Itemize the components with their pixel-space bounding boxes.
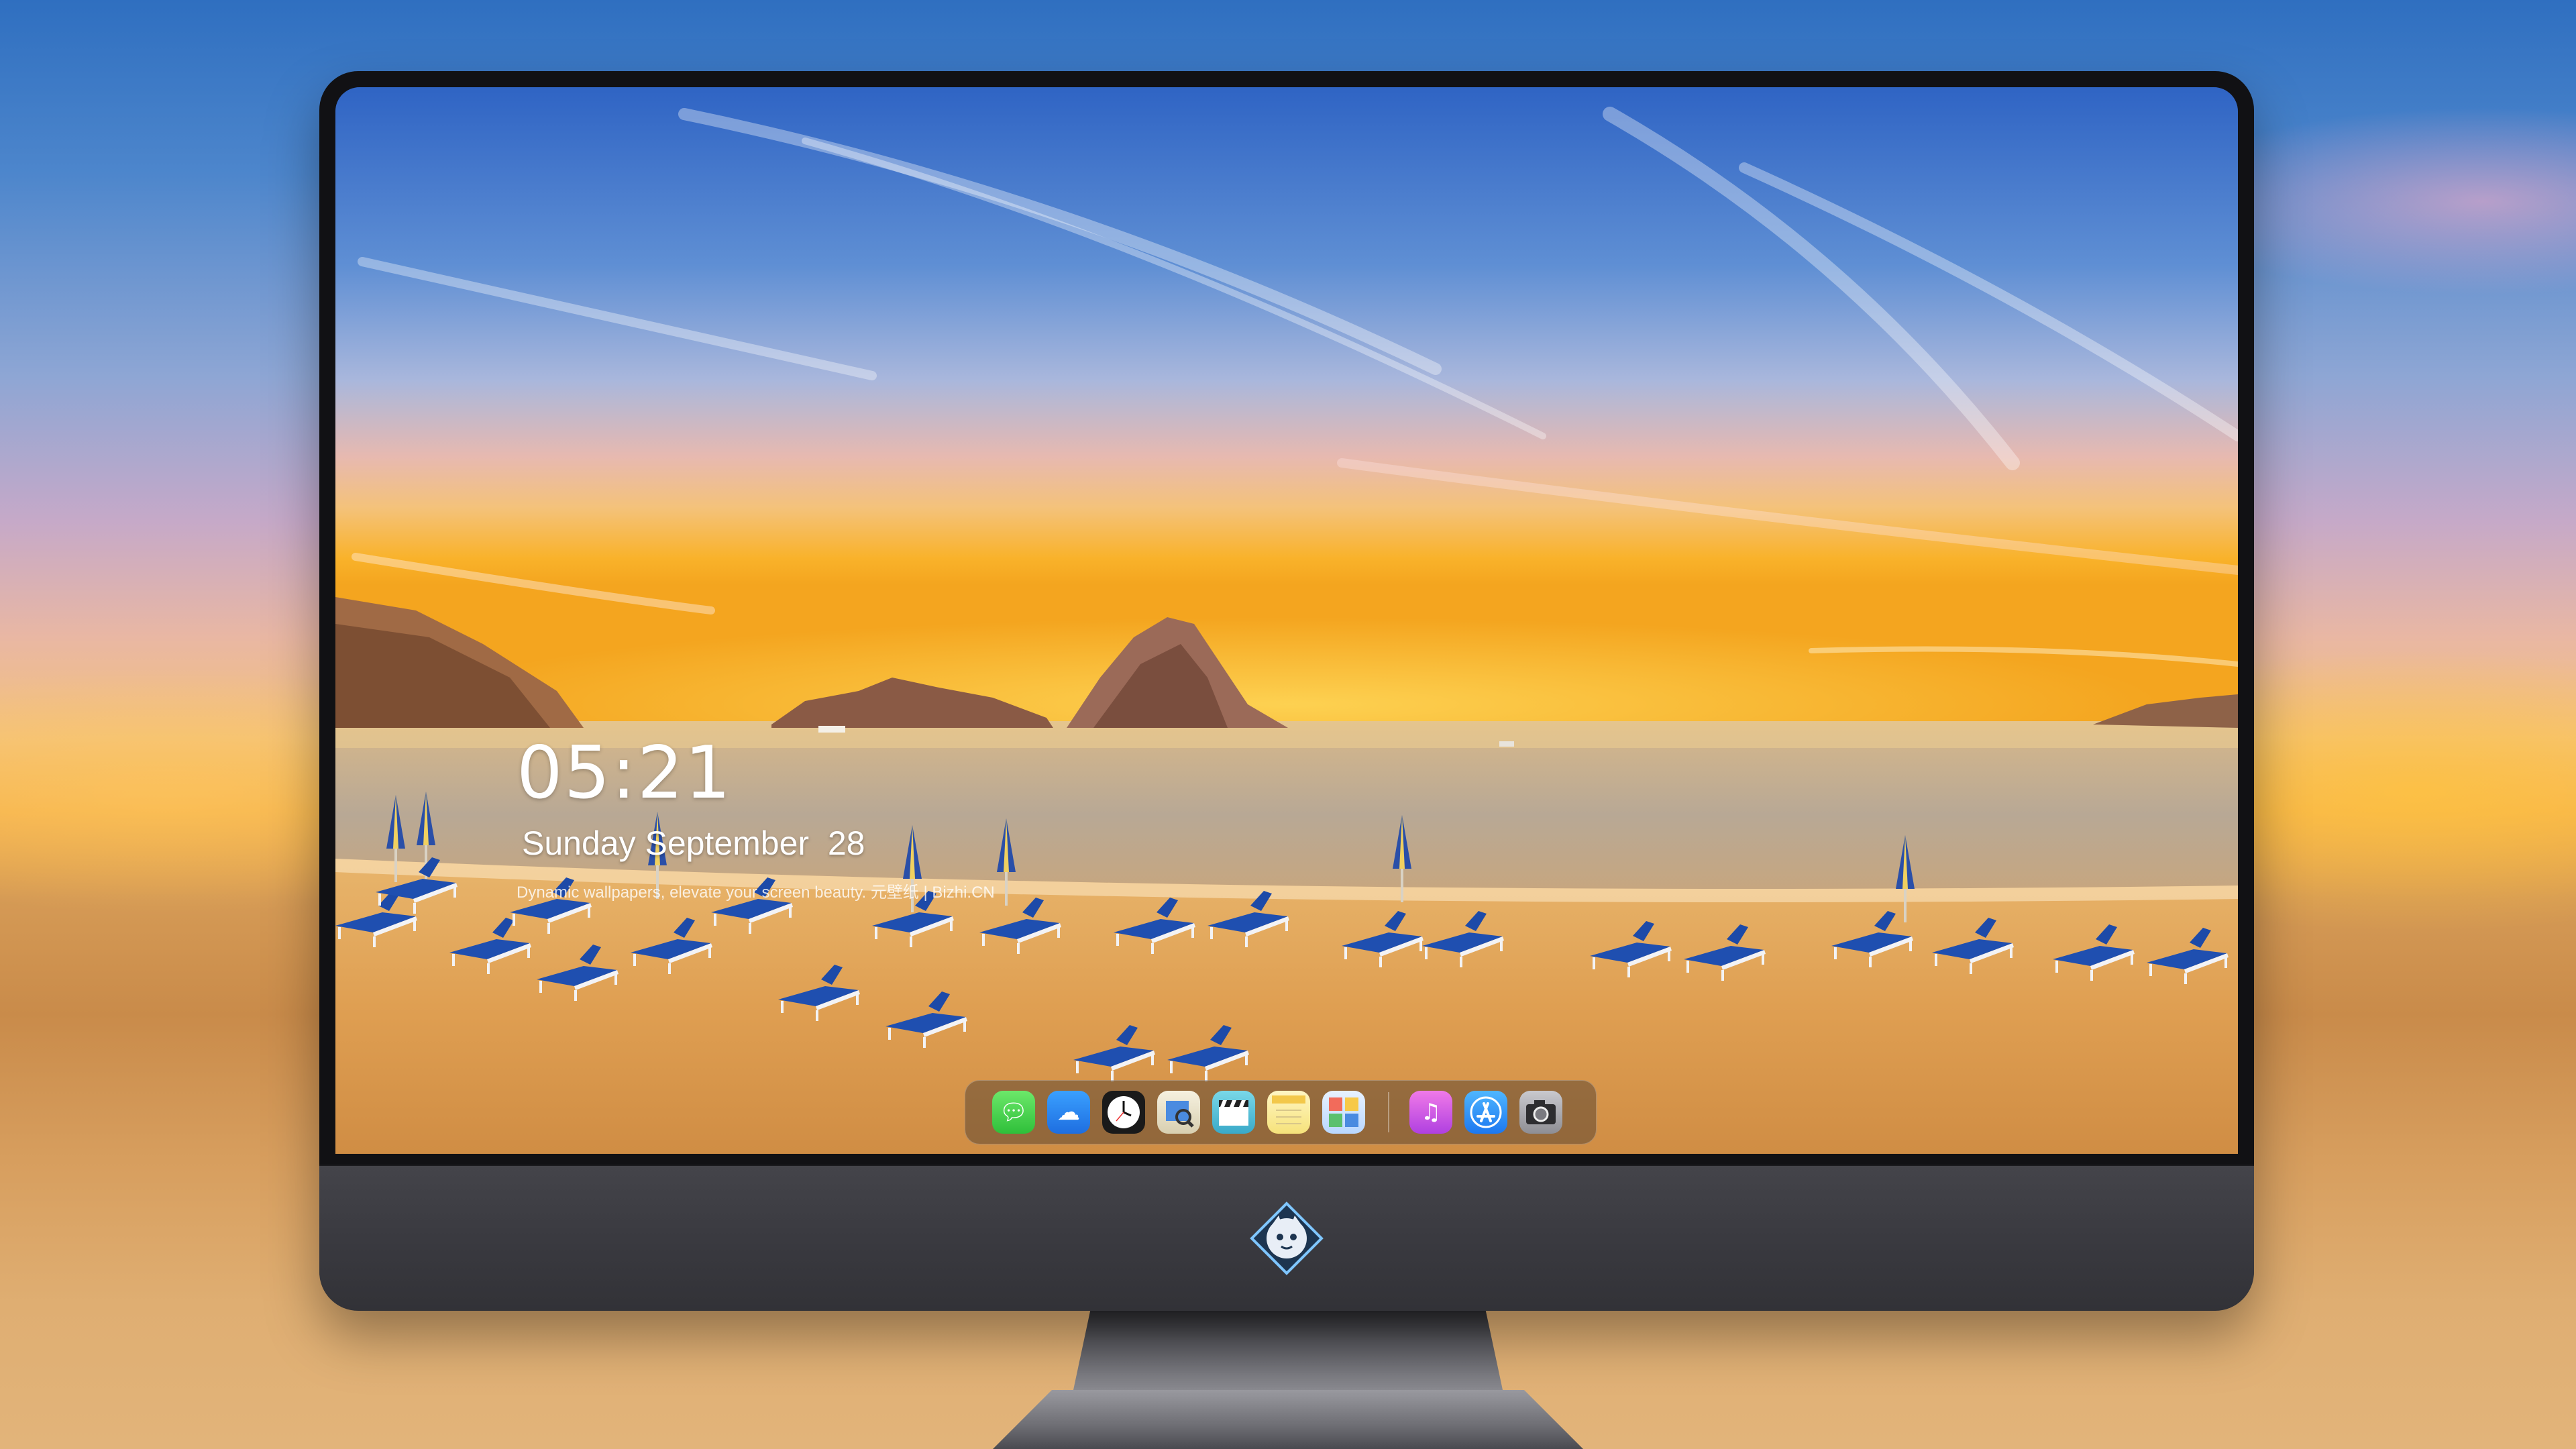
monitor-stand-base <box>993 1390 1583 1449</box>
weather-glyph: ☁ <box>1057 1099 1080 1126</box>
dock-separator <box>1388 1092 1389 1132</box>
clapperboard-icon <box>1219 1100 1248 1126</box>
lockscreen-time: 05:21 <box>517 731 733 815</box>
notes-glyph-icon <box>1272 1095 1305 1124</box>
wallpaper-image <box>335 87 2238 1154</box>
weather-icon[interactable]: ☁ <box>1047 1091 1090 1134</box>
monitor-screen: 05:21 Sunday September 28 Dynamic wallpa… <box>335 87 2238 1154</box>
preview-icon[interactable] <box>1157 1091 1200 1134</box>
brand-logo-icon <box>1250 1201 1324 1275</box>
photo-grid-icon <box>1329 1097 1358 1127</box>
monitor-stand-neck <box>1073 1309 1503 1390</box>
photos-icon[interactable] <box>1322 1091 1365 1134</box>
clock-face-icon <box>1108 1096 1140 1128</box>
clock-icon[interactable] <box>1102 1091 1145 1134</box>
preview-glyph-icon <box>1166 1101 1194 1128</box>
wallpaper-tagline: Dynamic wallpapers, elevate your screen … <box>517 883 995 902</box>
lockscreen-date: Sunday September 28 <box>522 824 865 862</box>
camera-icon[interactable] <box>1519 1091 1562 1134</box>
notes-icon[interactable] <box>1267 1091 1310 1134</box>
music-icon[interactable]: ♫ <box>1409 1091 1452 1134</box>
camera-glyph-icon <box>1526 1100 1556 1124</box>
music-glyph: ♫ <box>1420 1099 1442 1126</box>
messages-glyph: 💬︎ <box>999 1099 1028 1126</box>
dock: 💬︎ ☁ ♫ <box>965 1080 1597 1144</box>
app-store-glyph-icon <box>1470 1096 1502 1128</box>
app-store-icon[interactable] <box>1464 1091 1507 1134</box>
messages-icon[interactable]: 💬︎ <box>992 1091 1035 1134</box>
movie-icon[interactable] <box>1212 1091 1255 1134</box>
